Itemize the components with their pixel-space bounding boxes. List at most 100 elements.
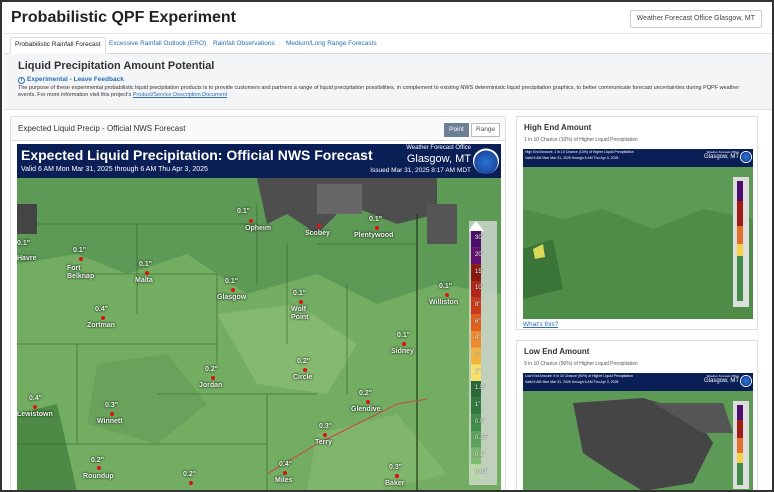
scale-label: 4" — [475, 335, 481, 342]
city-marker — [110, 412, 114, 416]
scale-label: 6" — [475, 318, 481, 325]
nws-logo-icon — [740, 151, 752, 163]
city-value-circle: 0.2" — [297, 358, 311, 365]
low-end-banner-valid: Valid 6 AM Mon Mar 31, 2025 through 6 AM… — [525, 380, 619, 384]
city-value-winnett: 0.3" — [105, 402, 119, 409]
scale-label: 30" — [475, 235, 484, 242]
scale-label: 1.5" — [475, 385, 486, 392]
low-end-thumbnail[interactable]: Low End Amount: 9 in 10 Chance (90%) of … — [523, 373, 753, 490]
city-label-zortman: Zortman — [87, 322, 115, 329]
map-banner: Expected Liquid Precipitation: Official … — [17, 144, 501, 178]
scale-label: 2" — [475, 368, 481, 375]
city-marker — [303, 368, 307, 372]
city-marker — [395, 474, 399, 478]
map-issued-time: Issued Mar 31, 2025 8:17 AM MDT — [370, 167, 471, 174]
whats-this-link[interactable]: What's this? — [523, 321, 558, 328]
city-label-havre: Havre — [17, 255, 37, 262]
low-end-card: Low End Amount 9 in 10 Chance (90%) of H… — [516, 340, 758, 490]
city-label-roundup: Roundup — [83, 473, 114, 480]
city-label-terry: Terry — [315, 439, 332, 446]
city-marker — [366, 400, 370, 404]
city-value-sidney: 0.1" — [397, 332, 411, 339]
card-title: Expected Liquid Precip - Official NWS Fo… — [18, 124, 186, 133]
city-value-glendive: 0.2" — [359, 390, 373, 397]
city-marker — [145, 271, 149, 275]
low-end-banner: Low End Amount: 9 in 10 Chance (90%) of … — [523, 373, 753, 391]
city-value-fort-belknap: 0.1" — [73, 247, 87, 254]
city-value-opheim: 0.1" — [237, 208, 251, 215]
intro-panel: Liquid Precipitation Amount Potential iE… — [4, 54, 772, 110]
scale-label: 15" — [475, 268, 484, 275]
high-end-card: High End Amount 1 in 10 Chance (10%) of … — [516, 116, 758, 330]
scale-label: 0.5" — [475, 418, 486, 425]
city-label-glasgow: Glasgow — [217, 294, 247, 301]
high-end-map-background — [523, 167, 753, 319]
city-label-plentywood: Plentywood — [354, 232, 394, 239]
city-marker — [97, 466, 101, 470]
app-title: Probabilistic QPF Experiment — [11, 9, 236, 26]
description-document-link[interactable]: Product/Service Description Document — [133, 92, 227, 98]
map-valid-time: Valid 6 AM Mon Mar 31, 2025 through 6 AM… — [21, 166, 208, 173]
scale-top-arrow-icon — [469, 221, 484, 231]
low-end-banner-title: Low End Amount: 9 in 10 Chance (90%) of … — [525, 374, 633, 378]
scale-label: 1" — [475, 402, 481, 408]
section-title: Liquid Precipitation Amount Potential — [18, 60, 215, 72]
purpose-body: The purpose of these experimental probab… — [18, 85, 740, 98]
city-label-baker: Baker — [385, 480, 405, 487]
city-value-unnamed: 0.2" — [183, 471, 197, 478]
city-label-miles: Miles — [275, 477, 293, 484]
city-value-miles: 0.4" — [279, 461, 293, 468]
card-header: Expected Liquid Precip - Official NWS Fo… — [11, 117, 505, 141]
low-end-banner-location: Glasgow, MT — [703, 378, 739, 384]
range-toggle-button[interactable]: Range — [471, 123, 501, 137]
scale-bar — [469, 221, 484, 481]
main-forecast-card: Expected Liquid Precip - Official NWS Fo… — [10, 116, 506, 490]
city-value-roundup: 0.2" — [91, 457, 105, 464]
tab-medium-long-range[interactable]: Medium/Long Range Forecasts — [282, 37, 381, 54]
nws-logo-icon — [740, 375, 752, 387]
city-value-williston: 0.1" — [439, 283, 453, 290]
app-window: Probabilistic QPF Experiment Weather For… — [0, 0, 774, 492]
city-value-terry: 0.3" — [319, 423, 333, 430]
city-marker — [445, 293, 449, 297]
city-label-opheim: Opheim — [245, 225, 272, 232]
city-marker — [283, 471, 287, 475]
tab-bar: Probabilistic Rainfall Forecast Excessiv… — [4, 34, 772, 54]
high-end-title: High End Amount — [524, 123, 592, 132]
top-bar: Probabilistic QPF Experiment Weather For… — [4, 4, 772, 34]
feedback-link[interactable]: i Experimental - Leave Feedback — [18, 76, 124, 84]
city-value-havre: 0.1" — [17, 240, 31, 247]
high-end-thumbnail[interactable]: High End Amount: 1 in 10 Chance (10%) of… — [523, 149, 753, 319]
city-marker — [211, 376, 215, 380]
city-value-glasgow: 0.1" — [225, 278, 239, 285]
city-label-sidney: Sidney — [391, 348, 414, 355]
map-title: Expected Liquid Precipitation: Official … — [21, 147, 373, 163]
city-label-winnett: Winnett — [97, 418, 123, 425]
scale-label: 20" — [475, 252, 484, 258]
tab-excessive-rainfall[interactable]: Excessive Rainfall Outlook (ERO) — [105, 37, 210, 54]
city-label-williston: Williston — [429, 299, 459, 306]
city-marker — [79, 257, 83, 261]
city-label-circle: Circle — [293, 374, 313, 381]
office-selector-button[interactable]: Weather Forecast Office Glasgow, MT — [629, 10, 762, 28]
city-label-wolf-point: Wolf Point — [291, 306, 309, 321]
scale-label: 10" — [475, 285, 484, 292]
scale-label: 0.1" — [475, 452, 486, 458]
city-label-fort-belknap: Fort Belknap — [67, 265, 95, 280]
city-value-jordan: 0.2" — [205, 366, 219, 373]
precip-map: Expected Liquid Precipitation: Official … — [17, 144, 501, 490]
city-marker — [231, 288, 235, 292]
high-end-subtitle: 1 in 10 Chance (10%) of Higher Liquid Pr… — [524, 137, 638, 143]
city-marker — [323, 433, 327, 437]
point-toggle-button[interactable]: Point — [444, 123, 469, 137]
low-end-title: Low End Amount — [524, 347, 590, 356]
city-marker — [101, 316, 105, 320]
tab-probabilistic-rainfall[interactable]: Probabilistic Rainfall Forecast — [10, 37, 106, 54]
tab-rainfall-observations[interactable]: Rainfall Observations — [209, 37, 279, 54]
city-value-zortman: 0.4" — [95, 306, 109, 313]
high-end-banner-title: High End Amount: 1 in 10 Chance (10%) of… — [525, 150, 634, 154]
feedback-link-label: Experimental - Leave Feedback — [27, 76, 124, 83]
city-label-malta: Malta — [135, 277, 153, 284]
city-value-plentywood: 0.1" — [369, 216, 383, 223]
nws-logo-icon — [473, 148, 499, 174]
